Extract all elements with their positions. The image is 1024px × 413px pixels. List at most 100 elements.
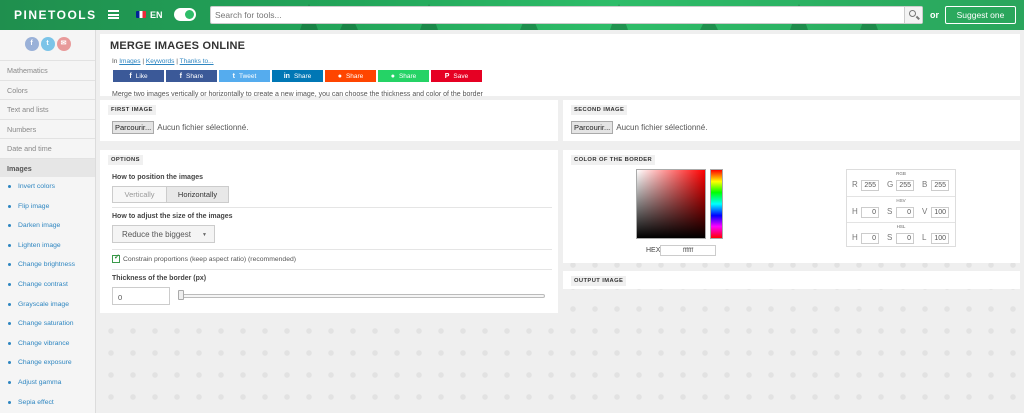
sidebar-item-grayscale-image[interactable]: Grayscale image <box>0 295 95 315</box>
hsl-group: HSL H 0 S 0 L 100 <box>847 222 955 248</box>
hsl-s-input[interactable]: 0 <box>896 233 914 244</box>
sidebar-item-change-contrast[interactable]: Change contrast <box>0 275 95 295</box>
size-select[interactable]: Reduce the biggest ▼ <box>112 225 215 243</box>
facebook-share-button[interactable]: f Like <box>113 70 164 82</box>
sidebar-item-change-exposure[interactable]: Change exposure <box>0 353 95 373</box>
border-color-panel: COLOR OF THE BORDER HEX ffffff RGB R 255 G 2… <box>563 150 1020 263</box>
twitter-share-button[interactable]: t Tweet <box>219 70 270 82</box>
search-box <box>210 6 923 24</box>
first-image-title: FIRST IMAGE <box>108 105 156 115</box>
sidebar-item-darken-image[interactable]: Darken image <box>0 216 95 236</box>
title-panel: MERGE IMAGES ONLINE In Images | Keywords… <box>100 34 1020 98</box>
twitter-icon[interactable]: t <box>40 37 55 51</box>
share-label: Share <box>185 72 204 80</box>
share-label: Tweet <box>239 72 257 80</box>
breadcrumb-keywords-link[interactable]: Keywords <box>146 58 175 65</box>
first-image-browse-button[interactable]: Parcourir... <box>112 121 155 134</box>
whatsapp-share-button[interactable]: ● Share <box>378 70 429 82</box>
sidebar-category-text-and-lists[interactable]: Text and lists <box>0 99 95 119</box>
saturation-picker[interactable] <box>636 169 706 239</box>
share-label: Like <box>135 72 148 80</box>
top-header: PINETOOLS EN or Suggest one <box>0 0 1024 30</box>
pinterest-share-button[interactable]: P Save <box>431 70 482 82</box>
output-image-panel: OUTPUT IMAGE <box>563 271 1020 289</box>
language-selector[interactable]: EN <box>150 10 163 20</box>
share-label: Share <box>345 72 364 80</box>
search-input[interactable] <box>211 7 901 23</box>
pinetools-logo[interactable]: PINETOOLS <box>14 8 97 22</box>
linkedin-share-button[interactable]: in Share <box>272 70 323 82</box>
facebook-share-button[interactable]: f Share <box>166 70 217 82</box>
dark-mode-toggle[interactable] <box>174 8 196 21</box>
check-icon: ✓ <box>114 254 120 261</box>
thickness-input[interactable]: 0 <box>112 287 170 305</box>
search-button[interactable] <box>904 7 922 23</box>
hsv-h-label: H <box>852 207 858 216</box>
vertically-option[interactable]: Vertically <box>113 187 166 202</box>
reddit-share-button[interactable]: ● Share <box>325 70 376 82</box>
hsv-s-input[interactable]: 0 <box>896 207 914 218</box>
sidebar: f t ✉ Mathematics Colors Text and lists Numbe… <box>0 30 96 413</box>
rgb-b-label: B <box>922 180 928 189</box>
suggest-button[interactable]: Suggest one <box>945 6 1016 24</box>
main-content: MERGE IMAGES ONLINE In Images | Keywords… <box>96 30 1024 413</box>
sidebar-item-adjust-gamma[interactable]: Adjust gamma <box>0 373 95 393</box>
share-buttons: f Like f Share t Tweet in Share ● Share ● Share P Sav… <box>113 70 482 82</box>
sidebar-category-colors[interactable]: Colors <box>0 79 95 100</box>
sidebar-item-lighten-image[interactable]: Lighten image <box>0 236 95 256</box>
rgb-r-input[interactable]: 255 <box>861 180 879 191</box>
hex-input[interactable]: ffffff <box>660 245 716 256</box>
breadcrumb-thanks-link[interactable]: Thanks to... <box>180 58 214 65</box>
hsv-title: HSV <box>896 198 906 203</box>
breadcrumb-in: In <box>112 58 118 65</box>
thickness-slider-handle[interactable] <box>178 290 184 300</box>
share-label: Share <box>293 72 312 80</box>
sidebar-category-date-and-time[interactable]: Date and time <box>0 138 95 158</box>
sidebar-item-invert-colors[interactable]: Invert colors <box>0 177 95 197</box>
linkedin-icon: in <box>283 72 290 80</box>
output-image-title: OUTPUT IMAGE <box>571 276 627 286</box>
thickness-slider-track[interactable] <box>178 294 545 298</box>
sidebar-category-numbers[interactable]: Numbers <box>0 118 95 139</box>
sidebar-item-change-brightness[interactable]: Change brightness <box>0 255 95 275</box>
hue-slider[interactable] <box>710 169 723 239</box>
sidebar-item-change-vibrance[interactable]: Change vibrance <box>0 334 95 354</box>
email-icon[interactable]: ✉ <box>56 37 71 51</box>
rgb-g-input[interactable]: 255 <box>896 180 914 191</box>
menu-icon[interactable] <box>108 10 119 19</box>
size-select-value: Reduce the biggest <box>122 229 191 239</box>
french-flag-icon[interactable] <box>136 11 146 18</box>
divider <box>112 269 552 270</box>
twitter-icon: t <box>232 72 235 80</box>
hsl-l-input[interactable]: 100 <box>931 233 949 244</box>
hsl-h-label: H <box>852 233 858 242</box>
page-description: Merge two images vertically or horizonta… <box>112 91 483 98</box>
second-image-status: Aucun fichier sélectionné. <box>616 123 708 132</box>
sidebar-item-change-saturation[interactable]: Change saturation <box>0 314 95 334</box>
constrain-checkbox[interactable]: ✓ <box>112 254 120 263</box>
first-image-panel: FIRST IMAGE Parcourir... Aucun fichier s… <box>100 100 558 141</box>
first-image-status: Aucun fichier sélectionné. <box>157 123 249 132</box>
rgb-b-input[interactable]: 255 <box>931 180 949 191</box>
sidebar-item-flip-image[interactable]: Flip image <box>0 197 95 217</box>
sidebar-category-images[interactable]: Images <box>0 157 95 177</box>
sidebar-item-sepia-effect[interactable]: Sepia effect <box>0 393 95 413</box>
facebook-icon[interactable]: f <box>24 37 39 51</box>
share-label: Save <box>453 72 469 80</box>
sidebar-category-mathematics[interactable]: Mathematics <box>0 60 95 80</box>
first-image-file-input: Parcourir... Aucun fichier sélectionné. <box>112 121 248 134</box>
or-label: or <box>930 10 939 20</box>
color-value-fields: RGB R 255 G 255 B 255 HSV H 0 S 0 V 100 HSL H 0 S 0 L 100 <box>846 169 956 247</box>
breadcrumb-images-link[interactable]: Images <box>119 58 140 65</box>
second-image-browse-button[interactable]: Parcourir... <box>571 121 614 134</box>
second-image-file-input: Parcourir... Aucun fichier sélectionné. <box>571 121 707 134</box>
hsv-h-input[interactable]: 0 <box>861 207 879 218</box>
hsv-v-input[interactable]: 100 <box>931 207 949 218</box>
hsl-h-input[interactable]: 0 <box>861 233 879 244</box>
horizontally-option[interactable]: Horizontally <box>166 187 228 202</box>
divider <box>112 207 552 208</box>
sidebar-social: f t ✉ <box>0 30 95 60</box>
hsv-v-label: V <box>922 207 928 216</box>
facebook-icon: f <box>129 72 132 80</box>
hsl-s-label: S <box>887 233 893 242</box>
